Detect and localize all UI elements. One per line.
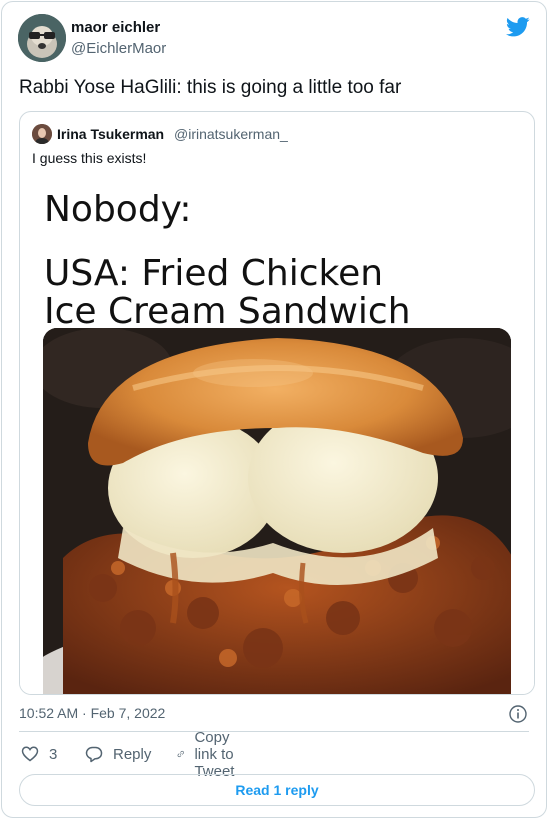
read-replies-button[interactable]: Read 1 reply	[19, 774, 535, 806]
author-handle[interactable]: @EichlerMaor	[71, 40, 166, 57]
divider	[19, 731, 529, 732]
fried-chicken-sandwich-photo	[43, 328, 511, 694]
reply-label: Reply	[113, 745, 152, 763]
tweet-card: maor eichler @EichlerMaor Rabbi Yose HaG…	[1, 1, 547, 818]
reply-button[interactable]: Reply	[85, 744, 151, 764]
meme-caption-line: USA: Fried Chicken	[44, 253, 384, 294]
heart-icon	[21, 746, 39, 762]
meme-caption-line: Ice Cream Sandwich	[44, 291, 411, 332]
quoted-author-avatar	[32, 124, 52, 144]
like-count: 3	[49, 745, 58, 763]
quoted-media[interactable]: Nobody: USA: Fried Chicken Ice Cream San…	[20, 174, 534, 694]
tweet-text: Rabbi Yose HaGlili: this is going a litt…	[19, 77, 402, 98]
link-icon	[177, 750, 184, 758]
quoted-tweet-text: I guess this exists!	[32, 150, 147, 166]
reply-bubble-icon	[85, 746, 103, 763]
author-name[interactable]: maor eichler	[71, 19, 160, 36]
twitter-bird-icon[interactable]	[506, 17, 530, 37]
copy-link-button[interactable]: Copy link to Tweet	[177, 729, 245, 780]
copy-link-label: Copy link to Tweet	[194, 728, 235, 780]
quoted-author-handle: @irinatsukerman_	[174, 126, 288, 142]
tweet-timestamp[interactable]: 10:52 AM · Feb 7, 2022	[19, 705, 165, 721]
like-button[interactable]: 3	[21, 744, 57, 764]
quoted-tweet[interactable]: Irina Tsukerman @irinatsukerman_ I guess…	[19, 111, 535, 695]
meme-caption-line: Nobody:	[44, 189, 192, 230]
info-icon[interactable]	[509, 705, 527, 723]
quoted-author-name: Irina Tsukerman	[57, 126, 165, 142]
author-avatar[interactable]	[18, 14, 66, 62]
